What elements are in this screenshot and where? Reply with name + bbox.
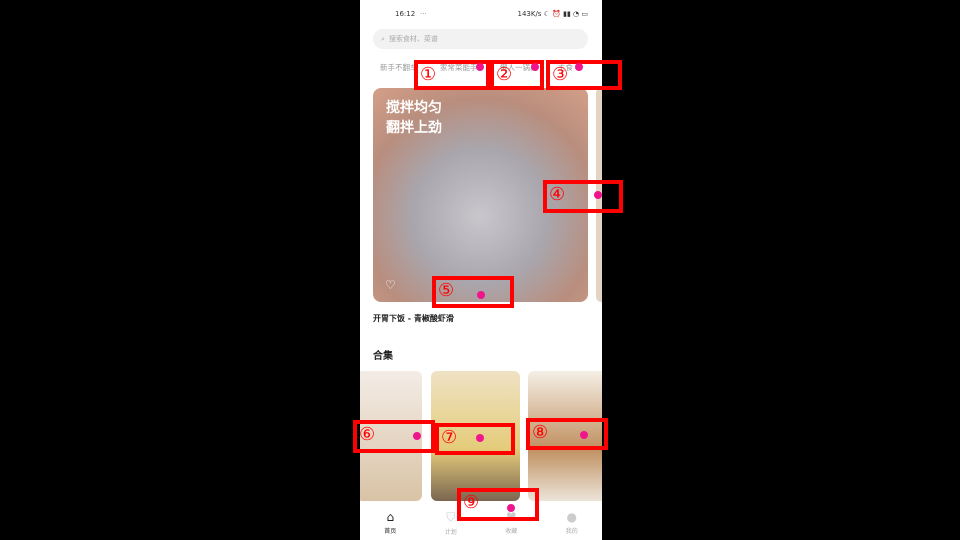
tab-newbie[interactable]: 新手不翻车 (380, 62, 418, 73)
nav-label: 计划 (444, 529, 457, 536)
recipe-title[interactable]: 开胃下饭 - 青椒酸虾滑 (373, 313, 454, 324)
status-indicators: 143K/s ☾ ⏰ ▮▮ ◔ ▭ (517, 10, 589, 18)
search-input[interactable]: ⌕ 搜索食材、菜谱 (373, 29, 588, 49)
annotation-box-5: ⑤ (432, 276, 514, 308)
section-heading: 合集 (373, 351, 393, 362)
overlay-text-2: 翻拌上劲 (386, 120, 442, 136)
marker-dot (531, 63, 539, 71)
overlay-text-1: 搅拌均匀 (386, 100, 442, 116)
marker-dot (477, 291, 485, 299)
annotation-box-7: ⑦ (435, 423, 515, 455)
nav-label: 首页 (384, 528, 397, 535)
nav-label: 收藏 (505, 528, 518, 535)
heart-icon[interactable]: ♡ (385, 278, 396, 292)
status-dots: ··· (420, 10, 427, 18)
marker-dot (476, 434, 484, 442)
marker-dot (476, 63, 484, 71)
annotation-box-8: ⑧ (526, 418, 608, 450)
marker-dot (594, 191, 602, 199)
nav-profile[interactable]: ● 我的 (542, 504, 603, 540)
search-icon: ⌕ (381, 34, 385, 43)
annotation-box-3: ③ (546, 60, 622, 90)
home-icon: ⌂ (386, 510, 395, 524)
annotation-box-9: ⑨ (457, 488, 539, 521)
annotation-box-6: ⑥ (353, 420, 435, 453)
profile-icon: ● (566, 510, 577, 524)
marker-dot (413, 432, 421, 440)
marker-dot (580, 431, 588, 439)
nav-label: 我的 (565, 528, 578, 535)
status-time: 16:12 (395, 10, 416, 18)
marker-dot (507, 504, 515, 512)
status-bar: 16:12 ··· 143K/s ☾ ⏰ ▮▮ ◔ ▭ (360, 10, 602, 24)
nav-home[interactable]: ⌂ 首页 (360, 504, 421, 540)
search-placeholder: 搜索食材、菜谱 (388, 35, 438, 43)
marker-dot (575, 63, 583, 71)
annotation-box-4: ④ (543, 180, 623, 213)
